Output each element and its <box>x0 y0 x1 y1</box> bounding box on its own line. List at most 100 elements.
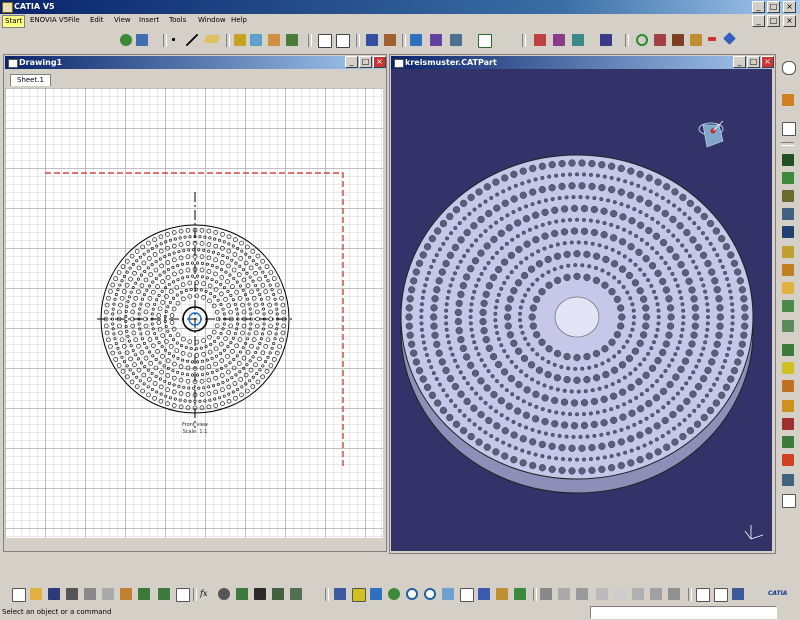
shaft-icon[interactable] <box>286 34 298 46</box>
minimize-button[interactable]: _ <box>752 1 765 13</box>
menu-tools[interactable]: Tools <box>167 15 188 26</box>
drawing-sheet[interactable]: Front view Scale: 1:1 <box>5 88 383 538</box>
pad-icon[interactable] <box>250 34 262 46</box>
plane-icon[interactable] <box>203 35 221 43</box>
new-view-icon[interactable] <box>782 320 794 332</box>
zoom-out-icon[interactable] <box>424 588 436 600</box>
front-view-icon[interactable] <box>782 154 794 166</box>
globe-icon[interactable] <box>120 34 132 46</box>
shading-icon[interactable] <box>496 588 508 600</box>
line-icon[interactable] <box>186 34 198 46</box>
part-close-button[interactable]: × <box>761 56 774 68</box>
axis-line-icon[interactable] <box>782 436 794 448</box>
whats-this-icon[interactable] <box>176 588 190 602</box>
fit-all-icon[interactable] <box>352 588 366 602</box>
depth-effect-icon[interactable] <box>596 588 608 600</box>
pan-icon[interactable] <box>370 588 382 600</box>
lights-icon[interactable] <box>576 588 588 600</box>
annotation-icon[interactable] <box>534 34 546 46</box>
drawing-close-button[interactable]: × <box>373 56 386 68</box>
section-view-icon[interactable] <box>430 34 442 46</box>
drawing-minimize-button[interactable]: _ <box>345 56 358 68</box>
new-file-icon[interactable] <box>12 588 26 602</box>
area-fill-icon[interactable] <box>782 474 794 486</box>
2d-component-icon[interactable] <box>782 344 794 356</box>
doc-close-button[interactable]: × <box>783 15 796 27</box>
rotate-icon[interactable] <box>388 588 400 600</box>
maximize-button[interactable]: □ <box>767 1 780 13</box>
clipping-view-icon[interactable] <box>782 246 794 258</box>
broken-view-icon[interactable] <box>782 264 794 276</box>
redo-icon[interactable] <box>158 588 170 600</box>
close-button[interactable]: × <box>783 1 796 13</box>
zoom-in-icon[interactable] <box>406 588 418 600</box>
sheet-tab[interactable]: Sheet.1 <box>10 74 51 86</box>
wizard-icon[interactable] <box>782 282 794 294</box>
render-icon[interactable] <box>540 588 552 600</box>
projection-icon[interactable] <box>782 172 794 184</box>
part-maximize-button[interactable]: □ <box>747 56 760 68</box>
cycle-icon[interactable] <box>636 34 648 46</box>
scroll-up-icon[interactable] <box>782 61 796 75</box>
menu-file[interactable]: File <box>66 15 82 26</box>
magnifier-icon[interactable] <box>632 588 644 600</box>
multi-view-icon[interactable] <box>460 588 474 602</box>
sketch-icon[interactable] <box>234 34 246 46</box>
projection-view-icon[interactable] <box>450 34 462 46</box>
isometric-icon[interactable] <box>478 588 490 600</box>
drawing-maximize-button[interactable]: □ <box>359 56 372 68</box>
part-window-title-bar[interactable]: kreismuster.CATPart _ □ × <box>391 56 774 69</box>
kreismuster-part[interactable] <box>400 154 754 494</box>
analysis-mode-icon[interactable] <box>732 588 744 600</box>
menu-start[interactable]: Start <box>2 15 26 28</box>
view-layout-icon[interactable] <box>318 34 332 48</box>
dimensioning-icon[interactable] <box>782 362 794 374</box>
doc-restore-button[interactable]: □ <box>767 15 780 27</box>
formula-icon[interactable]: fx <box>200 588 212 600</box>
pocket-icon[interactable] <box>268 34 280 46</box>
more-tools-icon[interactable] <box>782 494 796 508</box>
knowledge-icon[interactable] <box>218 588 230 600</box>
auxiliary-view-icon[interactable] <box>782 190 794 202</box>
roughness-icon[interactable] <box>782 418 794 430</box>
generative-view-icon[interactable] <box>410 34 422 46</box>
measure-icon[interactable] <box>366 34 378 46</box>
sheet-icon[interactable] <box>336 34 350 48</box>
copy-icon[interactable] <box>102 588 114 600</box>
menu-enovia[interactable]: ENOVIA V5 <box>28 15 70 26</box>
save-icon[interactable] <box>48 588 60 600</box>
dimension-icon[interactable] <box>384 34 396 46</box>
paste-icon[interactable] <box>120 588 132 600</box>
select-arrow-icon[interactable] <box>782 94 794 106</box>
capture-icon[interactable] <box>668 588 680 600</box>
cross-icon[interactable] <box>690 34 702 46</box>
hide-show-icon[interactable] <box>514 588 526 600</box>
menu-edit[interactable]: Edit <box>88 15 106 26</box>
ground-icon[interactable] <box>614 588 626 600</box>
detail-view-icon[interactable] <box>782 226 794 238</box>
cut-icon[interactable] <box>84 588 96 600</box>
update-view-icon[interactable] <box>478 34 492 48</box>
menu-view[interactable]: View <box>112 15 133 26</box>
doc-minimize-button[interactable]: _ <box>752 15 765 27</box>
new-sheet-icon[interactable] <box>782 300 794 312</box>
menu-insert[interactable]: Insert <box>137 15 161 26</box>
snap-icon[interactable] <box>714 588 728 602</box>
menu-help[interactable]: Help <box>229 15 249 26</box>
thread-icon[interactable] <box>782 454 794 466</box>
part-minimize-button[interactable]: _ <box>733 56 746 68</box>
open-file-icon[interactable] <box>30 588 42 600</box>
isometric-view-icon[interactable] <box>782 208 794 220</box>
print-icon[interactable] <box>66 588 78 600</box>
diamond-icon[interactable] <box>723 32 736 45</box>
normal-view-icon[interactable] <box>442 588 454 600</box>
catalog-icon[interactable] <box>254 588 266 600</box>
menu-window[interactable]: Window <box>196 15 228 26</box>
geometry-creation-icon[interactable] <box>572 34 584 46</box>
table-icon[interactable] <box>672 34 684 46</box>
annotation-text-icon[interactable] <box>782 400 794 412</box>
dress-up-icon[interactable] <box>553 34 565 46</box>
text-icon[interactable] <box>600 34 612 46</box>
analysis-icon[interactable] <box>290 588 302 600</box>
point-icon[interactable] <box>172 38 175 41</box>
